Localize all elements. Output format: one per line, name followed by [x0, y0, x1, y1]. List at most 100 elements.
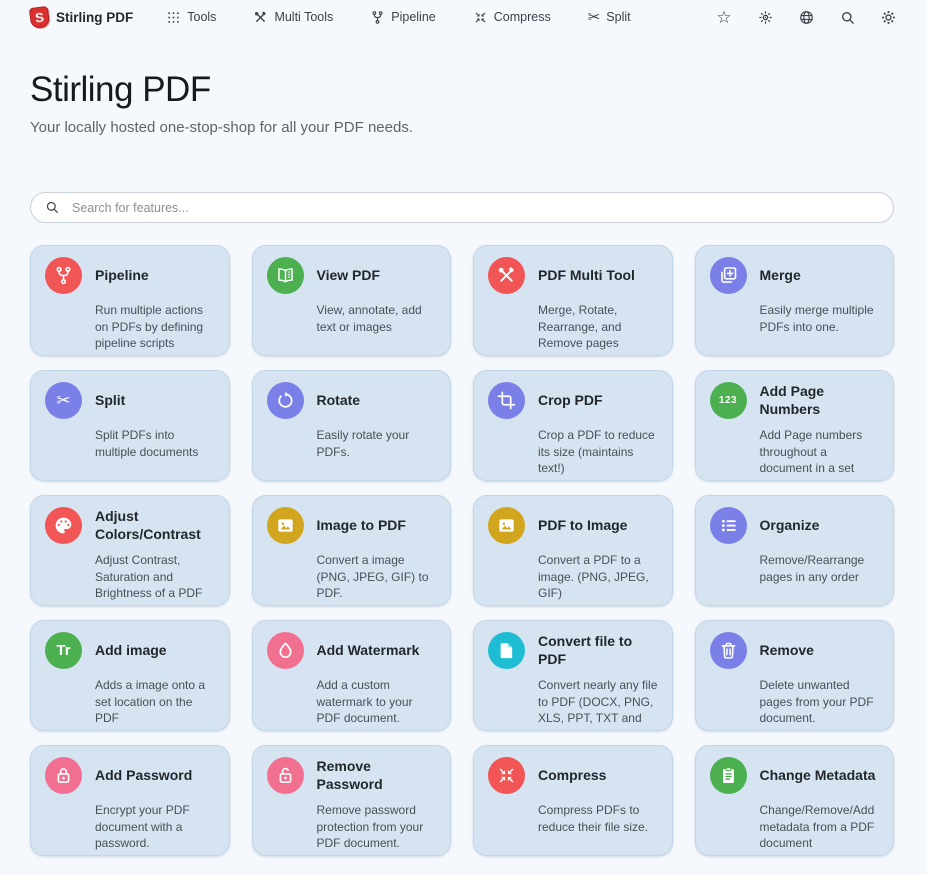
feature-card-remove[interactable]: Remove Delete unwanted pages from your P…	[695, 620, 895, 731]
feature-card-pdf-multi-tool[interactable]: PDF Multi Tool Merge, Rotate, Rearrange,…	[473, 245, 673, 356]
gear-icon	[880, 9, 897, 26]
card-description: Compress PDFs to reduce their file size.	[538, 802, 660, 835]
card-description: Split PDFs into multiple documents	[95, 427, 217, 460]
palette-icon	[45, 507, 82, 544]
settings-button[interactable]	[879, 8, 897, 26]
nav-item-tools[interactable]: Tools	[166, 10, 216, 25]
card-title: Crop PDF	[538, 392, 603, 410]
feature-card-change-metadata[interactable]: Change Metadata Change/Remove/Add metada…	[695, 745, 895, 856]
trash-icon	[710, 632, 747, 669]
card-description: Easily merge multiple PDFs into one.	[760, 302, 882, 335]
tools-icon	[253, 10, 268, 25]
card-description: Adds a image onto a set location on the …	[95, 677, 217, 727]
globe-icon	[798, 9, 815, 26]
card-description: Add Page numbers throughout a document i…	[760, 427, 882, 481]
card-description: Remove password protection from your PDF…	[317, 802, 439, 852]
search-input[interactable]	[30, 192, 894, 223]
card-description: Merge, Rotate, Rearrange, and Remove pag…	[538, 302, 660, 352]
star-icon: ☆	[716, 9, 731, 26]
language-button[interactable]	[797, 8, 815, 26]
card-title: Compress	[538, 767, 606, 785]
list-icon	[710, 507, 747, 544]
nav-item-multi-tools[interactable]: Multi Tools	[253, 10, 333, 25]
brand-name: Stirling PDF	[56, 10, 133, 25]
card-title: Rotate	[317, 392, 361, 410]
nav-item-compress[interactable]: Compress	[473, 10, 551, 25]
nav-item-label: Compress	[494, 10, 551, 24]
search-icon	[44, 199, 60, 215]
scissors-icon: ✂	[588, 10, 601, 25]
card-title: Organize	[760, 517, 820, 535]
card-title: PDF Multi Tool	[538, 267, 635, 285]
stirling-logo-icon: S	[29, 5, 50, 28]
card-description: Adjust Contrast, Saturation and Brightne…	[95, 552, 217, 602]
nav-item-pipeline[interactable]: Pipeline	[370, 10, 435, 25]
card-title: Add Page Numbers	[760, 383, 882, 418]
pipeline-icon	[45, 257, 82, 294]
scissors-icon: ✂	[45, 382, 82, 419]
card-title: Merge	[760, 267, 801, 285]
card-description: Convert nearly any file to PDF (DOCX, PN…	[538, 677, 660, 731]
card-title: View PDF	[317, 267, 381, 285]
nav-menu: Tools Multi Tools Pipeline Compress ✂ Sp…	[166, 10, 630, 25]
card-title: Add Password	[95, 767, 192, 785]
feature-card-split[interactable]: ✂ Split Split PDFs into multiple documen…	[30, 370, 230, 481]
text-tr-icon: Tr	[45, 632, 82, 669]
theme-toggle-button[interactable]	[756, 8, 774, 26]
feature-card-view-pdf[interactable]: View PDF View, annotate, add text or ima…	[252, 245, 452, 356]
pipeline-icon	[370, 10, 385, 25]
search-button[interactable]	[838, 8, 856, 26]
feature-card-pdf-to-image[interactable]: PDF to Image Convert a PDF to a image. (…	[473, 495, 673, 606]
favorites-star-button[interactable]: ☆	[715, 8, 733, 26]
feature-card-add-password[interactable]: Add Password Encrypt your PDF document w…	[30, 745, 230, 856]
card-title: Pipeline	[95, 267, 149, 285]
feature-card-add-image[interactable]: Tr Add image Adds a image onto a set loc…	[30, 620, 230, 731]
card-description: Convert a image (PNG, JPEG, GIF) to PDF.	[317, 552, 439, 602]
page-numbers-icon: 123	[710, 382, 747, 419]
feature-card-add-page-numbers[interactable]: 123 Add Page Numbers Add Page numbers th…	[695, 370, 895, 481]
card-description: Change/Remove/Add metadata from a PDF do…	[760, 802, 882, 852]
card-title: Image to PDF	[317, 517, 406, 535]
feature-card-convert-file-to-pdf[interactable]: Convert file to PDF Convert nearly any f…	[473, 620, 673, 731]
nav-item-split[interactable]: ✂ Split	[588, 10, 631, 25]
compress-icon	[488, 757, 525, 794]
unlock-icon	[267, 757, 304, 794]
feature-card-grid: Pipeline Run multiple actions on PDFs by…	[30, 245, 894, 856]
grid-icon	[166, 10, 181, 25]
image-icon	[267, 507, 304, 544]
card-title: Split	[95, 392, 125, 410]
card-title: Remove	[760, 642, 814, 660]
feature-card-organize[interactable]: Organize Remove/Rearrange pages in any o…	[695, 495, 895, 606]
nav-actions: ☆	[715, 8, 897, 26]
file-icon	[488, 632, 525, 669]
feature-card-remove-password[interactable]: Remove Password Remove password protecti…	[252, 745, 452, 856]
feature-card-crop-pdf[interactable]: Crop PDF Crop a PDF to reduce its size (…	[473, 370, 673, 481]
feature-card-merge[interactable]: Merge Easily merge multiple PDFs into on…	[695, 245, 895, 356]
image-icon	[488, 507, 525, 544]
sun-icon	[757, 9, 774, 26]
feature-card-image-to-pdf[interactable]: Image to PDF Convert a image (PNG, JPEG,…	[252, 495, 452, 606]
card-title: Change Metadata	[760, 767, 876, 785]
feature-card-rotate[interactable]: Rotate Easily rotate your PDFs.	[252, 370, 452, 481]
book-icon	[267, 257, 304, 294]
hero: Stirling PDF Your locally hosted one-sto…	[0, 70, 927, 136]
card-title: Adjust Colors/Contrast	[95, 508, 217, 543]
feature-card-pipeline[interactable]: Pipeline Run multiple actions on PDFs by…	[30, 245, 230, 356]
compress-icon	[473, 10, 488, 25]
nav-item-label: Split	[606, 10, 630, 24]
brand[interactable]: S Stirling PDF	[30, 7, 133, 28]
card-description: Run multiple actions on PDFs by defining…	[95, 302, 217, 352]
nav-item-label: Multi Tools	[274, 10, 333, 24]
card-description: Add a custom watermark to your PDF docum…	[317, 677, 439, 727]
feature-card-add-watermark[interactable]: Add Watermark Add a custom watermark to …	[252, 620, 452, 731]
top-navbar: S Stirling PDF Tools Multi Tools Pipelin…	[0, 0, 927, 34]
nav-item-label: Pipeline	[391, 10, 435, 24]
rotate-icon	[267, 382, 304, 419]
page-title: Stirling PDF	[30, 70, 897, 110]
feature-card-compress[interactable]: Compress Compress PDFs to reduce their f…	[473, 745, 673, 856]
crop-icon	[488, 382, 525, 419]
card-title: Remove Password	[317, 758, 439, 793]
page-subtitle: Your locally hosted one-stop-shop for al…	[30, 119, 897, 136]
feature-card-adjust-colors-contrast[interactable]: Adjust Colors/Contrast Adjust Contrast, …	[30, 495, 230, 606]
feature-search	[30, 192, 894, 223]
